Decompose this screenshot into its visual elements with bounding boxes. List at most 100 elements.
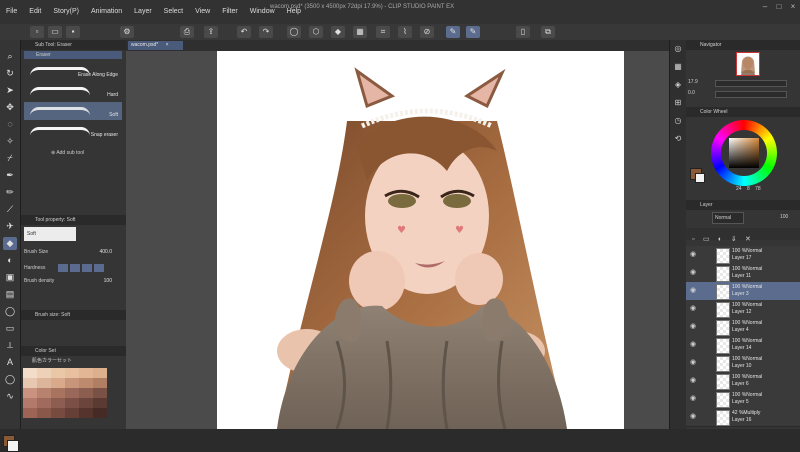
print-icon[interactable]: ⎙ <box>180 26 194 38</box>
fill-icon[interactable]: ◆ <box>331 26 345 38</box>
fill-tool-icon[interactable]: ▣ <box>3 271 17 284</box>
color-swatch[interactable] <box>51 398 65 408</box>
add-subtool-button[interactable]: ⊕ Add sub tool <box>51 148 121 158</box>
rotate-slider[interactable] <box>715 91 787 98</box>
rotate-tool-icon[interactable]: ↻ <box>3 67 17 80</box>
correct-line-tool-icon[interactable]: ∿ <box>3 390 17 403</box>
close-window-icon[interactable]: × <box>788 2 798 12</box>
hardness-step[interactable] <box>58 264 68 272</box>
document-tab[interactable]: wacom.psd* × <box>128 41 183 50</box>
layer-row[interactable]: ◉ 100 %Normal Layer 5 <box>686 390 800 409</box>
new-folder-icon[interactable]: ▭ <box>703 236 710 243</box>
color-swatch[interactable] <box>51 388 65 398</box>
magic-wand-tool-icon[interactable]: ✧ <box>3 135 17 148</box>
color-swatch[interactable] <box>23 408 37 418</box>
frame-tool-icon[interactable]: ▭ <box>3 322 17 335</box>
menu-view[interactable]: View <box>189 0 216 24</box>
color-swatch[interactable] <box>79 368 93 378</box>
color-swatch[interactable] <box>37 388 51 398</box>
operation-tool-icon[interactable]: ➤ <box>3 84 17 97</box>
ruler-tool-icon[interactable]: ⟂ <box>3 339 17 352</box>
eye-icon[interactable]: ◉ <box>690 251 698 259</box>
subtool-group-tab[interactable]: Eraser <box>24 51 122 59</box>
new-icon[interactable]: ▫ <box>30 26 44 38</box>
pencil-tool-icon[interactable]: ✏ <box>3 186 17 199</box>
color-swatch[interactable] <box>23 398 37 408</box>
color-swatch[interactable] <box>65 398 79 408</box>
snap-icon[interactable]: ⌇ <box>398 26 412 38</box>
eye-icon[interactable]: ◉ <box>690 269 698 277</box>
gradient-tool-icon[interactable]: ▤ <box>3 288 17 301</box>
stabilization-icon[interactable]: ✎ <box>466 26 480 38</box>
timeline-icon[interactable]: ◷ <box>673 116 683 126</box>
layer-row[interactable]: ◉ 100 %Normal Layer 17 <box>686 246 800 265</box>
layer-row[interactable]: ◉ 100 %Normal Layer 10 <box>686 354 800 373</box>
eye-icon[interactable]: ◉ <box>690 395 698 403</box>
color-swatch[interactable] <box>93 378 107 388</box>
brush-soft[interactable]: Soft <box>24 102 122 120</box>
menu-edit[interactable]: Edit <box>23 0 47 24</box>
menu-select[interactable]: Select <box>158 0 189 24</box>
color-swatch[interactable] <box>93 398 107 408</box>
rotate-value[interactable]: 0.0 <box>688 88 708 98</box>
merge-icon[interactable]: ⇓ <box>731 236 737 243</box>
eye-icon[interactable]: ◉ <box>690 377 698 385</box>
hardness-step[interactable] <box>94 264 104 272</box>
color-swatch[interactable] <box>65 368 79 378</box>
navigator-preview[interactable] <box>736 52 760 76</box>
layer-row[interactable]: ◉ 100 %Normal Layer 12 <box>686 300 800 319</box>
export-icon[interactable]: ⇪ <box>204 26 218 38</box>
color-swatch[interactable] <box>65 408 79 418</box>
brush-density-row[interactable]: Brush density 100 <box>24 276 122 286</box>
eye-icon[interactable]: ◉ <box>690 359 698 367</box>
menu-file[interactable]: File <box>0 0 23 24</box>
color-swatch[interactable] <box>23 368 37 378</box>
smartphone-icon[interactable]: ▯ <box>516 26 530 38</box>
history-icon[interactable]: ⟲ <box>673 134 683 144</box>
eye-icon[interactable]: ◉ <box>690 287 698 295</box>
brush-erase-along-edge[interactable]: Erase Along Edge <box>24 62 122 80</box>
zoom-slider[interactable] <box>715 80 787 87</box>
color-swatch[interactable] <box>37 368 51 378</box>
eyedropper-tool-icon[interactable]: ⌿ <box>3 152 17 165</box>
menu-animation[interactable]: Animation <box>85 0 128 24</box>
sublayer-icon[interactable]: ⊞ <box>673 98 683 108</box>
zoom-tool-icon[interactable]: ⌕ <box>3 50 17 63</box>
ruler-icon[interactable]: ⊘ <box>420 26 434 38</box>
brush-size-row[interactable]: Brush Size 400.0 <box>24 247 122 257</box>
hardness-step[interactable] <box>82 264 92 272</box>
layer-row[interactable]: ◉ 100 %Normal Layer 4 <box>686 318 800 337</box>
color-swatch[interactable] <box>79 398 93 408</box>
redo-icon[interactable]: ↷ <box>259 26 273 38</box>
pen-pressure-icon[interactable]: ✎ <box>446 26 460 38</box>
blend-mode-select[interactable]: Normal <box>712 212 744 224</box>
deselect-icon[interactable]: ◯ <box>287 26 301 38</box>
companion-icon[interactable]: ⧉ <box>541 26 555 38</box>
text-tool-icon[interactable]: A <box>3 356 17 369</box>
clear-icon[interactable]: ⬡ <box>309 26 323 38</box>
color-swatch[interactable] <box>23 388 37 398</box>
color-swatch[interactable] <box>65 378 79 388</box>
save-icon[interactable]: ▪ <box>66 26 80 38</box>
material-icon[interactable]: ▦ <box>673 62 683 72</box>
brush-tool-icon[interactable]: ⟋ <box>3 203 17 216</box>
mask-icon[interactable]: ◐ <box>718 236 722 243</box>
color-swatch[interactable] <box>79 378 93 388</box>
color-swatch[interactable] <box>23 378 37 388</box>
brush-snap-eraser[interactable]: Snap eraser <box>24 122 122 140</box>
color-swatch[interactable] <box>79 388 93 398</box>
settings-icon[interactable]: ⚙ <box>120 26 134 38</box>
layer-row[interactable]: ◉ 100 %Normal Layer 11 <box>686 264 800 283</box>
menu-layer[interactable]: Layer <box>128 0 158 24</box>
open-icon[interactable]: ▭ <box>48 26 62 38</box>
eye-icon[interactable]: ◉ <box>690 341 698 349</box>
eye-icon[interactable]: ◉ <box>690 323 698 331</box>
color-swatch[interactable] <box>93 388 107 398</box>
eye-icon[interactable]: ◉ <box>690 305 698 313</box>
figure-tool-icon[interactable]: ◯ <box>3 305 17 318</box>
undo-icon[interactable]: ↶ <box>237 26 251 38</box>
menu-filter[interactable]: Filter <box>216 0 244 24</box>
color-swatch[interactable] <box>51 408 65 418</box>
transform-icon[interactable]: ▦ <box>353 26 367 38</box>
color-swatch[interactable] <box>51 378 65 388</box>
